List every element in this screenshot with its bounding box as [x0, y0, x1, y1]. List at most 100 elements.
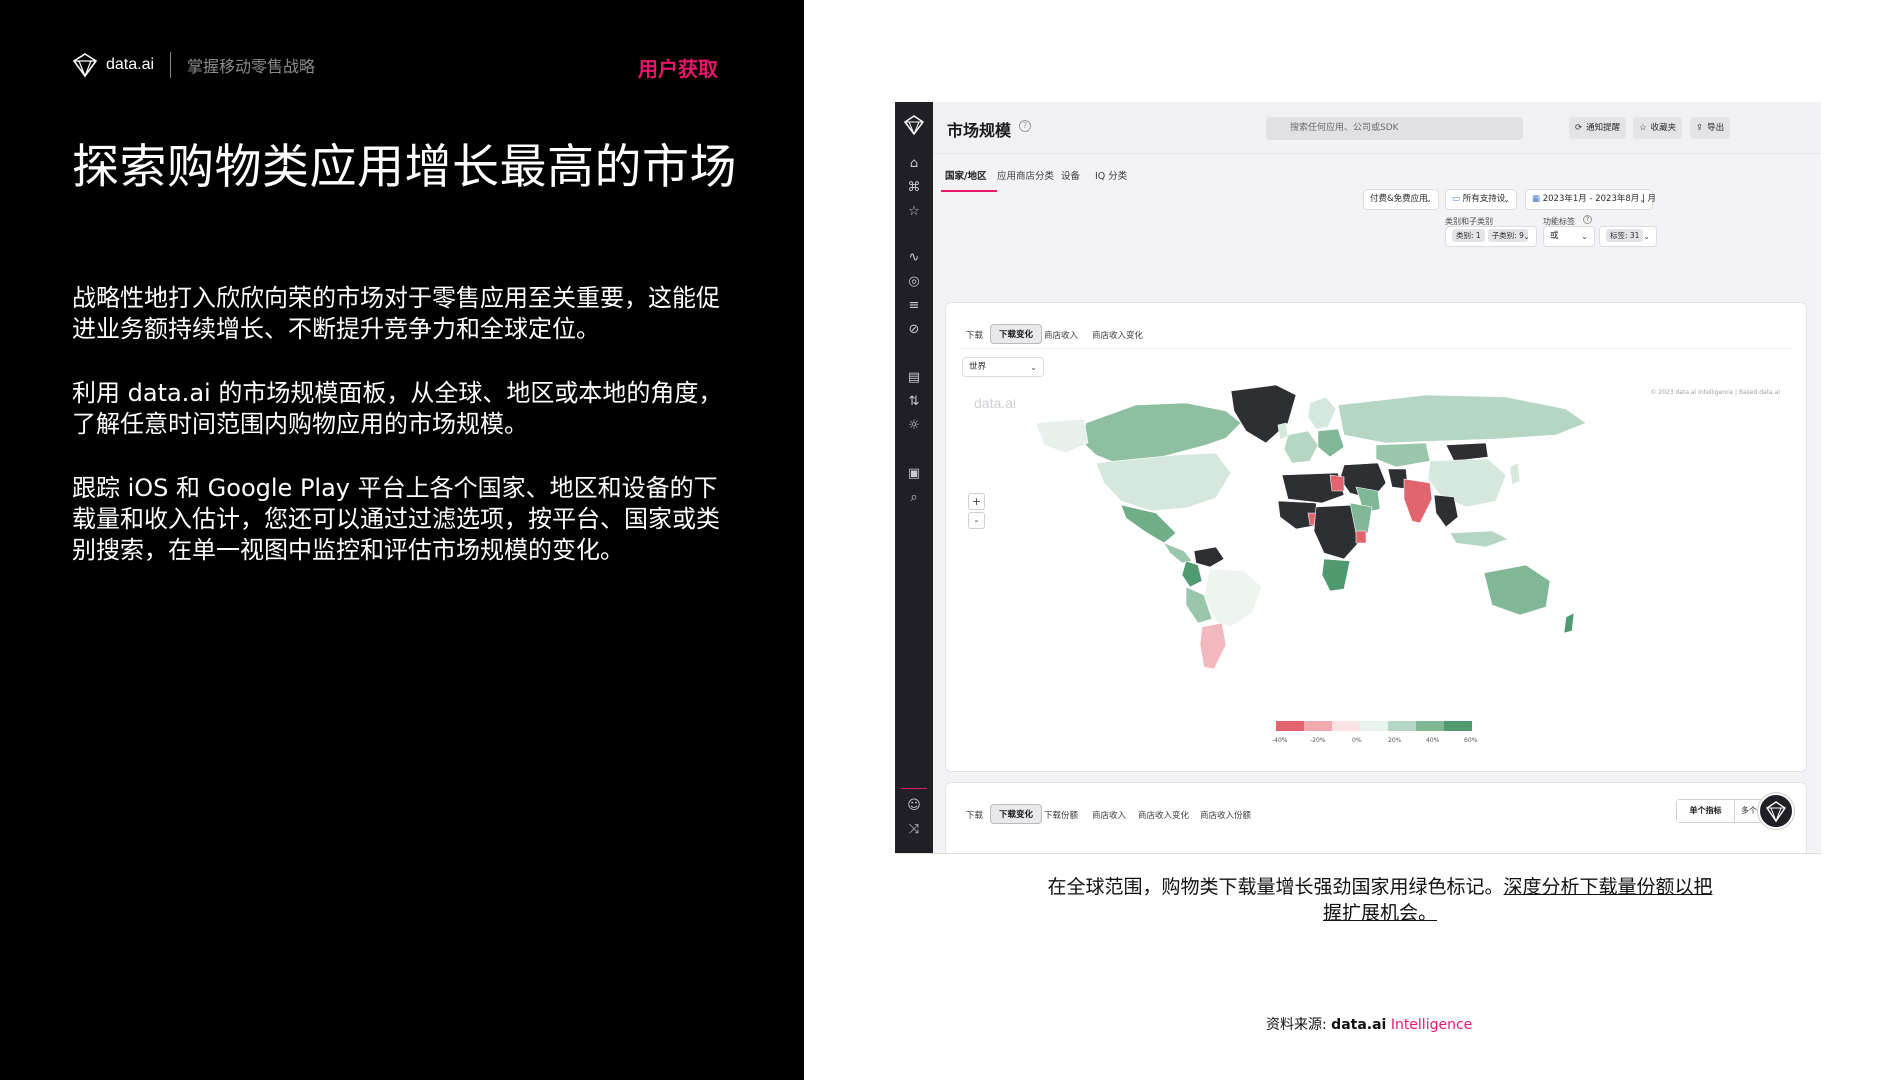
subtab-revenue-share[interactable]: 商店收入份额	[1200, 809, 1251, 821]
brand-name: data.ai	[106, 56, 155, 73]
legend-tick: 60%	[1464, 737, 1478, 744]
favorite-button[interactable]: ☆ 收藏夹	[1633, 117, 1683, 139]
device-dropdown[interactable]: ▭ 所有支持设 ⌄	[1445, 189, 1517, 210]
image-icon[interactable]: ▣	[906, 466, 922, 482]
export-button[interactable]: ⇪ 导出	[1690, 117, 1731, 139]
paragraph-2: 利用 data.ai 的市场规模面板，从全球、地区或本地的角度，了解任意时间范围…	[72, 379, 723, 438]
tab-iq-category[interactable]: IQ 分类	[1095, 168, 1127, 182]
alert-button[interactable]: ⟳ 通知提醒	[1569, 117, 1627, 139]
chevron-down-icon: ⌄	[1030, 363, 1037, 372]
map-southeast-asia	[1433, 494, 1459, 528]
subtab-downloads[interactable]: 下载	[966, 809, 983, 821]
home-icon[interactable]: ⌂	[906, 156, 922, 172]
subtab-download-change[interactable]: 下载变化	[990, 804, 1043, 824]
subtab-downloads[interactable]: 下载	[966, 329, 983, 341]
subcategory-chip: 子类别: 9	[1487, 229, 1528, 242]
feature-tags-dropdown[interactable]: 标签: 31 ⌄	[1599, 226, 1657, 247]
source-brand: data.ai	[1331, 1017, 1387, 1033]
brand-header: data.ai 掌握移动零售战略	[72, 52, 315, 78]
feature-operator-dropdown[interactable]: 或 ⌄	[1543, 226, 1595, 247]
map-uk	[1277, 422, 1289, 440]
map-usa	[1095, 452, 1232, 512]
subtab-download-change[interactable]: 下载变化	[990, 324, 1043, 344]
app-type-dropdown[interactable]: 付费&免费应用 ⌄	[1363, 189, 1439, 210]
app-type-value: 付费&免费应用	[1370, 194, 1428, 204]
legend-tick: 40%	[1426, 737, 1440, 744]
chevron-down-icon: ⌄	[1581, 232, 1588, 241]
brand-divider	[170, 52, 172, 78]
rail-divider	[901, 788, 927, 789]
alert-label: 通知提醒	[1586, 123, 1621, 133]
legend-tick: 0%	[1352, 737, 1362, 744]
assistant-button[interactable]	[1758, 793, 1794, 829]
map-kazakhstan	[1375, 442, 1431, 468]
subtab-store-revenue[interactable]: 商店收入	[1044, 329, 1078, 341]
sync-icon[interactable]: ⇅	[906, 394, 922, 410]
legend-ticks: -40% -20% 0% 20% 40% 60%	[1272, 737, 1482, 747]
map-eastern-europe	[1317, 428, 1345, 458]
legend-swatch	[1276, 721, 1304, 731]
paragraph-3: 跟踪 iOS 和 Google Play 平台上各个国家、地区和设备的下载量和收…	[72, 474, 720, 564]
legend-tick: -40%	[1272, 737, 1288, 744]
legend-swatch	[1304, 721, 1332, 731]
map-russia	[1337, 394, 1587, 444]
search-input[interactable]: 搜索任何应用、公司或SDK	[1266, 117, 1523, 140]
map-brazil	[1203, 568, 1263, 628]
single-metric-option[interactable]: 单个指标	[1677, 800, 1735, 822]
page-title: 市场规模	[947, 121, 1012, 140]
category-dropdown[interactable]: 类别: 1 子类别: 9 ⌄	[1445, 226, 1537, 247]
tab-store-category[interactable]: 应用商店分类	[997, 168, 1054, 182]
tab-device[interactable]: 设备	[1061, 168, 1080, 182]
region-dropdown[interactable]: 世界 ⌄	[962, 357, 1044, 377]
connect-icon[interactable]: ⌘	[906, 180, 922, 196]
list-icon[interactable]: ≡	[906, 298, 922, 314]
watermark-logo: data.ai	[974, 395, 1017, 411]
dataai-logo-icon[interactable]	[903, 114, 925, 136]
app-screenshot: ⌂ ⌘ ☆ ∿ ◎ ≡ ⊘ ▤ ⇅ ☼ ▣ ⌕ ☺ ⤨ 市场规模 ? ⌕ 搜索任…	[895, 102, 1821, 854]
clipboard-icon[interactable]: ▤	[906, 370, 922, 386]
map-australia	[1483, 564, 1551, 616]
export-icon: ⇪	[1696, 123, 1704, 133]
legend-swatch	[1388, 721, 1416, 731]
world-map[interactable]	[1026, 383, 1606, 673]
subtab-store-revenue[interactable]: 商店收入	[1092, 809, 1126, 821]
source-suffix: Intelligence	[1390, 1017, 1473, 1033]
info-icon[interactable]: ?	[1583, 215, 1592, 224]
subtab-download-share[interactable]: 下载份额	[1044, 809, 1078, 821]
map-venezuela	[1193, 546, 1225, 568]
subtab-revenue-change[interactable]: 商店收入变化	[1092, 329, 1143, 341]
calendar-icon: ▦	[1532, 194, 1543, 204]
map-india	[1403, 478, 1433, 524]
bulb-icon[interactable]: ☼	[906, 418, 922, 434]
multi-metric-option[interactable]: 多个	[1741, 800, 1757, 822]
zoom-out-button[interactable]: -	[968, 512, 985, 529]
star-icon: ☆	[1639, 123, 1647, 133]
map-western-europe	[1283, 430, 1319, 464]
map-southern-africa	[1321, 558, 1351, 592]
export-label: 导出	[1707, 123, 1725, 133]
tab-country[interactable]: 国家/地区	[945, 168, 986, 182]
user-icon[interactable]: ☺	[906, 798, 922, 814]
device-value: 所有支持设	[1462, 194, 1506, 204]
date-range-dropdown[interactable]: ▦ 2023年1月 - 2023年8月 | 月 ⌄	[1525, 189, 1656, 210]
map-mexico	[1120, 504, 1177, 544]
compass-icon[interactable]: ⊘	[906, 322, 922, 338]
help-icon[interactable]: ?	[1019, 120, 1031, 132]
chevron-down-icon: ⌄	[1425, 195, 1432, 204]
dataai-logo-icon	[72, 53, 98, 78]
legend-swatch	[1416, 721, 1444, 731]
search-list-icon[interactable]: ⌕	[906, 490, 922, 506]
brand-subtitle: 掌握移动零售战略	[187, 57, 316, 76]
pulse-icon[interactable]: ∿	[906, 250, 922, 266]
subtab-revenue-change[interactable]: 商店收入变化	[1138, 809, 1189, 821]
map-scandinavia	[1307, 396, 1337, 430]
dataai-logo-icon	[1766, 801, 1786, 823]
metrics-card: 下载 下载变化 下载份额 商店收入 商店收入变化 商店收入份额 单个指标 多个	[945, 782, 1807, 853]
globe-icon[interactable]: ◎	[906, 274, 922, 290]
source-note: 资料来源: data.ai Intelligence	[1266, 1014, 1472, 1034]
star-icon[interactable]: ☆	[906, 204, 922, 220]
shuffle-icon[interactable]: ⤨	[906, 822, 922, 838]
zoom-in-button[interactable]: +	[968, 493, 985, 510]
chevron-down-icon: ⌄	[1523, 232, 1530, 241]
chevron-down-icon: ⌄	[1639, 195, 1646, 204]
